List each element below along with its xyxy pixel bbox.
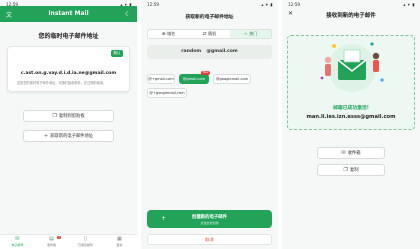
inbox-count-badge: 2: [57, 236, 61, 239]
nav-item-more[interactable]: ▦ 更多: [106, 236, 133, 247]
email-hint: 这是您的临时电子邮件地址，可随时接收邮件。在过期前使用。: [17, 81, 107, 85]
domain-chip-label: @gmail.com: [182, 77, 206, 81]
screen-title: 接收到新的电子邮件: [326, 13, 376, 19]
bookmark-icon: ▯: [84, 236, 87, 242]
activation-card: 邮箱已成功激活! man.li.ies.izn.esss@gmail.com: [287, 35, 415, 130]
temp-mail-home-screen: 12:59 ▴ ▾ ▮ 文 Instant Mail ☾ 您的临时电子邮件地址 …: [0, 0, 137, 249]
nav-label: 更多: [116, 243, 123, 247]
email-address[interactable]: c.ast.on.g.vay.d.i.d.ia.ne@gmail.com: [8, 71, 129, 76]
inbox-icon: ✉: [341, 150, 346, 156]
create-label: 创建新的电子邮件: [191, 215, 228, 220]
nav-label: 已保存邮件: [77, 243, 93, 247]
moon-icon[interactable]: ☾: [125, 10, 131, 18]
success-message: 邮箱已成功激活!: [333, 106, 369, 111]
new-email-label: 获取新的电子邮件地址: [50, 134, 94, 139]
email-address[interactable]: man.li.ies.izn.esss@gmail.com: [288, 114, 414, 120]
mode-tabs: ⊕ 域名 ⇄ 随机 ☆ 热门: [147, 29, 272, 39]
get-new-email-button[interactable]: + 获取新的电子邮件地址: [23, 130, 114, 142]
email-prefix: random: [181, 49, 202, 54]
app-title: Instant Mail: [48, 10, 89, 17]
status-bar: 12:59 ▴ ▾ ▮: [282, 0, 420, 8]
page-title: 您的临时电子邮件地址: [38, 33, 99, 40]
create-sublabel: 点击此处创建: [200, 220, 219, 225]
status-time: 12:59: [288, 1, 301, 7]
tab-random[interactable]: ⇄ 随机: [189, 30, 230, 38]
inbox-label: 收件箱: [347, 151, 361, 156]
cancel-button[interactable]: 取消: [147, 234, 272, 245]
new-badge: New: [201, 71, 210, 75]
email-domain: @gmail.com: [206, 49, 238, 54]
copy-label: 复制: [349, 168, 359, 173]
copy-to-clipboard-button[interactable]: ❐ 复制到剪贴板: [23, 110, 114, 122]
mail-icon: ✉: [15, 236, 20, 242]
tab-label: 热门: [249, 31, 258, 36]
copy-label: 复制到剪贴板: [58, 114, 85, 119]
nav-item-saved[interactable]: ▯ 已保存邮件: [72, 236, 99, 247]
shuffle-icon: ⇄: [202, 32, 207, 37]
copy-icon: ❐: [343, 167, 348, 173]
status-icons: ▴ ▾ ▮: [261, 1, 273, 7]
tab-label: 随机: [208, 31, 217, 36]
status-time: 12:59: [147, 1, 160, 7]
email-address-card: 默认 c.ast.on.g.vay.d.i.d.ia.ne@gmail.com …: [7, 46, 130, 92]
default-badge: 默认: [111, 50, 123, 57]
nav-item-email[interactable]: ✉ 电子邮件: [4, 236, 31, 247]
create-email-button[interactable]: + 创建新的电子邮件 点击此处创建: [147, 210, 272, 228]
screen-header: ✕ 接收到新的电子邮件: [282, 8, 420, 20]
status-bar: 12:59 ▴ ▾ ▮: [141, 0, 278, 8]
domain-chip[interactable]: @+googlemail.com: [147, 88, 187, 98]
tab-domain[interactable]: ⊕ 域名: [148, 30, 189, 38]
globe-icon: ⊕: [161, 32, 166, 37]
nav-label: 电子邮件: [11, 243, 24, 247]
status-icons: ▴ ▾ ▮: [403, 1, 415, 7]
nav-item-inbox[interactable]: ▤ 2 收件箱: [38, 236, 65, 247]
domain-chip[interactable]: @googlemail.com: [213, 74, 251, 84]
domain-chip[interactable]: @+gmail.com: [147, 74, 175, 84]
mail-illustration: [320, 42, 384, 92]
nav-label: 收件箱: [46, 243, 56, 247]
copy-icon: ❐: [52, 113, 57, 119]
inbox-button[interactable]: ✉ 收件箱: [317, 147, 385, 159]
bottom-navigation: ✉ 电子邮件 ▤ 2 收件箱 ▯ 已保存邮件 ▦ 更多: [0, 234, 137, 249]
sheet-title: 获取新的电子邮件地址: [185, 15, 234, 20]
grid-icon: ▦: [117, 236, 122, 242]
email-preview-field[interactable]: random @gmail.com: [147, 45, 272, 59]
tab-label: 域名: [167, 31, 176, 36]
copy-button[interactable]: ❐ 复制: [317, 164, 385, 176]
app-bar: 文 Instant Mail ☾: [0, 6, 137, 22]
domain-chip-selected[interactable]: @gmail.com New: [179, 71, 210, 84]
new-email-received-screen: 12:59 ▴ ▾ ▮ ✕ 接收到新的电子邮件 邮箱已成功激活! man.li.…: [282, 0, 420, 249]
plus-icon: +: [43, 133, 49, 139]
star-icon: ☆: [243, 32, 248, 37]
new-email-sheet: 12:59 ▴ ▾ ▮ 获取新的电子邮件地址 ⊕ 域名 ⇄ 随机 ☆ 热门 rando…: [141, 0, 278, 249]
tab-popular[interactable]: ☆ 热门: [230, 30, 271, 38]
